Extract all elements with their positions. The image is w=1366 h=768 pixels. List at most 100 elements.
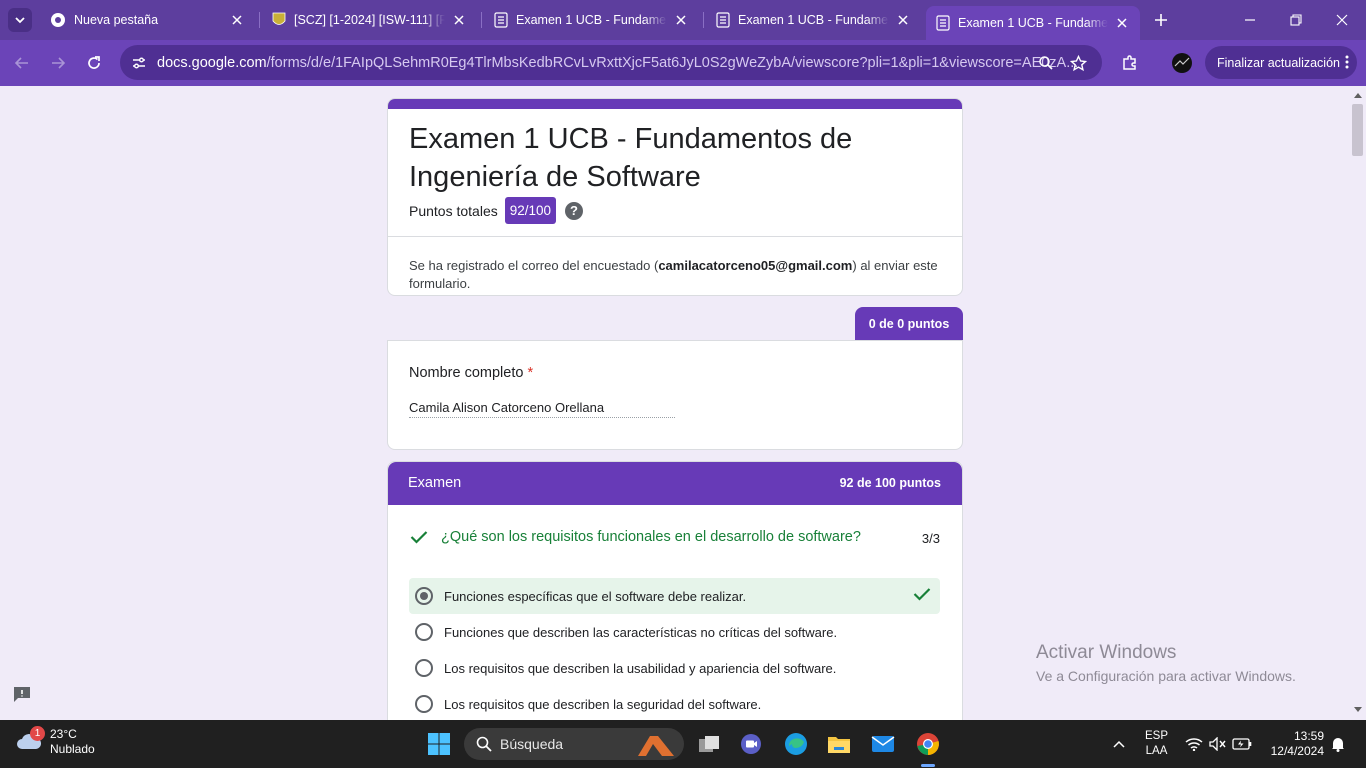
radio-unselected[interactable] bbox=[415, 695, 433, 713]
section-title: Examen bbox=[408, 475, 462, 491]
close-tab-icon[interactable] bbox=[895, 12, 911, 28]
clock-time: 13:59 bbox=[1293, 729, 1324, 743]
page-scrollbar[interactable] bbox=[1350, 86, 1366, 720]
notifications-button[interactable] bbox=[1328, 734, 1348, 754]
zoom-button[interactable] bbox=[1035, 52, 1057, 74]
clock-date: 12/4/2024 bbox=[1270, 744, 1324, 758]
scrollbar-thumb[interactable] bbox=[1352, 104, 1363, 156]
radio-unselected[interactable] bbox=[415, 623, 433, 641]
language-indicator[interactable]: ESP LAA bbox=[1145, 729, 1168, 759]
windows-logo-icon bbox=[428, 733, 450, 755]
tab-exam-2[interactable]: Examen 1 UCB - Fundamentos bbox=[706, 6, 921, 34]
extensions-button[interactable] bbox=[1118, 51, 1142, 75]
url-path: /forms/d/e/1FAIpQLSehmR0Eg4TlrMbsKedbRCv… bbox=[266, 55, 1079, 71]
activate-windows-watermark: Activar Windows Ve a Configuración para … bbox=[1036, 642, 1296, 684]
new-tab-button[interactable] bbox=[1150, 9, 1172, 31]
forward-button[interactable] bbox=[46, 51, 70, 75]
more-menu-icon[interactable] bbox=[1345, 54, 1349, 73]
back-button[interactable] bbox=[10, 51, 34, 75]
answer-option[interactable]: Los requisitos que describen la segurida… bbox=[409, 686, 940, 720]
correct-check-icon bbox=[913, 588, 931, 601]
option-label: Los requisitos que describen la segurida… bbox=[444, 696, 762, 712]
browser-toolbar: docs.google.com/forms/d/e/1FAIpQLSehmR0E… bbox=[0, 40, 1366, 86]
language-code: ESP bbox=[1145, 730, 1169, 742]
answer-option[interactable]: Los requisitos que describen la usabilid… bbox=[409, 650, 940, 686]
wifi-button[interactable] bbox=[1184, 734, 1204, 754]
running-indicator bbox=[921, 764, 935, 767]
url-text[interactable]: docs.google.com/forms/d/e/1FAIpQLSehmR0E… bbox=[157, 55, 1078, 71]
weather-widget[interactable]: 1 23°C Nublado bbox=[16, 726, 95, 757]
mail-button[interactable] bbox=[867, 728, 899, 760]
edge-button[interactable] bbox=[780, 728, 812, 760]
total-points-label: Puntos totales bbox=[409, 202, 498, 219]
tab-separator bbox=[259, 12, 260, 28]
mail-icon bbox=[871, 736, 895, 752]
total-score-badge: 92/100 bbox=[504, 197, 557, 224]
form-page: Examen 1 UCB - Fundamentos de Ingeniería… bbox=[0, 86, 1366, 720]
watermark-subtitle: Ve a Configuración para activar Windows. bbox=[1036, 668, 1296, 684]
chrome-icon bbox=[917, 733, 939, 755]
name-question-text: Nombre completo bbox=[409, 365, 524, 381]
close-icon bbox=[1336, 14, 1348, 26]
tab-separator bbox=[481, 12, 482, 28]
windows-taskbar: 1 23°C Nublado Búsqueda ESP LAA 13:59 12… bbox=[0, 720, 1366, 768]
keyboard-layout: LAA bbox=[1145, 745, 1168, 757]
restore-icon bbox=[1290, 14, 1302, 26]
chrome-taskbar-button[interactable] bbox=[912, 728, 944, 760]
close-tab-icon[interactable] bbox=[229, 12, 245, 28]
reload-icon bbox=[88, 56, 100, 69]
radio-unselected[interactable] bbox=[415, 659, 433, 677]
url-host: docs.google.com bbox=[157, 55, 267, 71]
taskbar-search[interactable]: Búsqueda bbox=[464, 728, 684, 760]
bookmark-button[interactable] bbox=[1067, 52, 1089, 74]
name-section-points: 0 de 0 puntos bbox=[855, 307, 963, 340]
option-label: Los requisitos que describen la usabilid… bbox=[444, 660, 837, 676]
close-window-button[interactable] bbox=[1332, 10, 1352, 30]
folder-icon bbox=[828, 737, 850, 753]
teams-meet-button[interactable] bbox=[736, 728, 768, 760]
email-note-prefix: Se ha registrado el correo del encuestad… bbox=[409, 258, 659, 273]
option-label: Funciones específicas que el software de… bbox=[444, 588, 747, 604]
system-clock[interactable]: 13:59 12/4/2024 bbox=[1264, 729, 1324, 759]
address-bar[interactable]: docs.google.com/forms/d/e/1FAIpQLSehmR0E… bbox=[120, 45, 1102, 80]
reload-button[interactable] bbox=[82, 51, 106, 75]
search-icon bbox=[476, 736, 492, 752]
form-header-card: Examen 1 UCB - Fundamentos de Ingeniería… bbox=[387, 98, 963, 296]
tab-title: Nueva pestaña bbox=[74, 13, 159, 27]
minimize-icon bbox=[1245, 19, 1255, 21]
show-hidden-icons-button[interactable] bbox=[1109, 734, 1129, 754]
battery-button[interactable] bbox=[1232, 734, 1252, 754]
scroll-up-arrow[interactable] bbox=[1352, 89, 1364, 101]
tab-exam-3-active[interactable]: Examen 1 UCB - Fundamentos bbox=[926, 6, 1140, 40]
volume-button[interactable] bbox=[1208, 734, 1228, 754]
battery-charging-icon bbox=[1232, 738, 1252, 750]
tune-icon bbox=[133, 57, 145, 69]
answer-option[interactable]: Funciones que describen las característi… bbox=[409, 614, 940, 650]
help-icon[interactable]: ? bbox=[565, 201, 584, 220]
minimize-button[interactable] bbox=[1240, 10, 1260, 30]
tab-title: Examen 1 UCB - Fundamentos bbox=[516, 13, 667, 27]
close-tab-icon[interactable] bbox=[451, 12, 467, 28]
tab-course[interactable]: [SCZ] [1-2024] [ISW-111] [Pa bbox=[262, 6, 477, 34]
tab-new-tab[interactable]: Nueva pestaña bbox=[40, 6, 255, 34]
site-info-button[interactable] bbox=[128, 52, 150, 74]
update-label: Finalizar actualización bbox=[1217, 55, 1340, 70]
tab-search-button[interactable] bbox=[8, 8, 32, 32]
feedback-icon[interactable] bbox=[12, 685, 32, 703]
finish-update-button[interactable]: Finalizar actualización bbox=[1205, 46, 1357, 79]
restore-button[interactable] bbox=[1286, 10, 1306, 30]
tab-exam-1[interactable]: Examen 1 UCB - Fundamentos bbox=[484, 6, 699, 34]
close-tab-icon[interactable] bbox=[673, 12, 689, 28]
start-button[interactable] bbox=[423, 728, 455, 760]
answer-option-selected[interactable]: Funciones específicas que el software de… bbox=[409, 578, 940, 614]
profile-button[interactable] bbox=[1170, 51, 1194, 75]
radio-selected[interactable] bbox=[415, 587, 433, 605]
name-question-card: Nombre completo * Camila Alison Catorcen… bbox=[387, 340, 963, 450]
name-question-label: Nombre completo * bbox=[409, 365, 533, 381]
scroll-down-arrow[interactable] bbox=[1352, 704, 1364, 716]
ucb-crest-icon bbox=[272, 12, 286, 25]
tab-strip: Nueva pestaña [SCZ] [1-2024] [ISW-111] [… bbox=[0, 0, 1366, 40]
close-tab-icon[interactable] bbox=[1114, 15, 1130, 31]
file-explorer-button[interactable] bbox=[823, 728, 855, 760]
task-view-button[interactable] bbox=[693, 728, 725, 760]
